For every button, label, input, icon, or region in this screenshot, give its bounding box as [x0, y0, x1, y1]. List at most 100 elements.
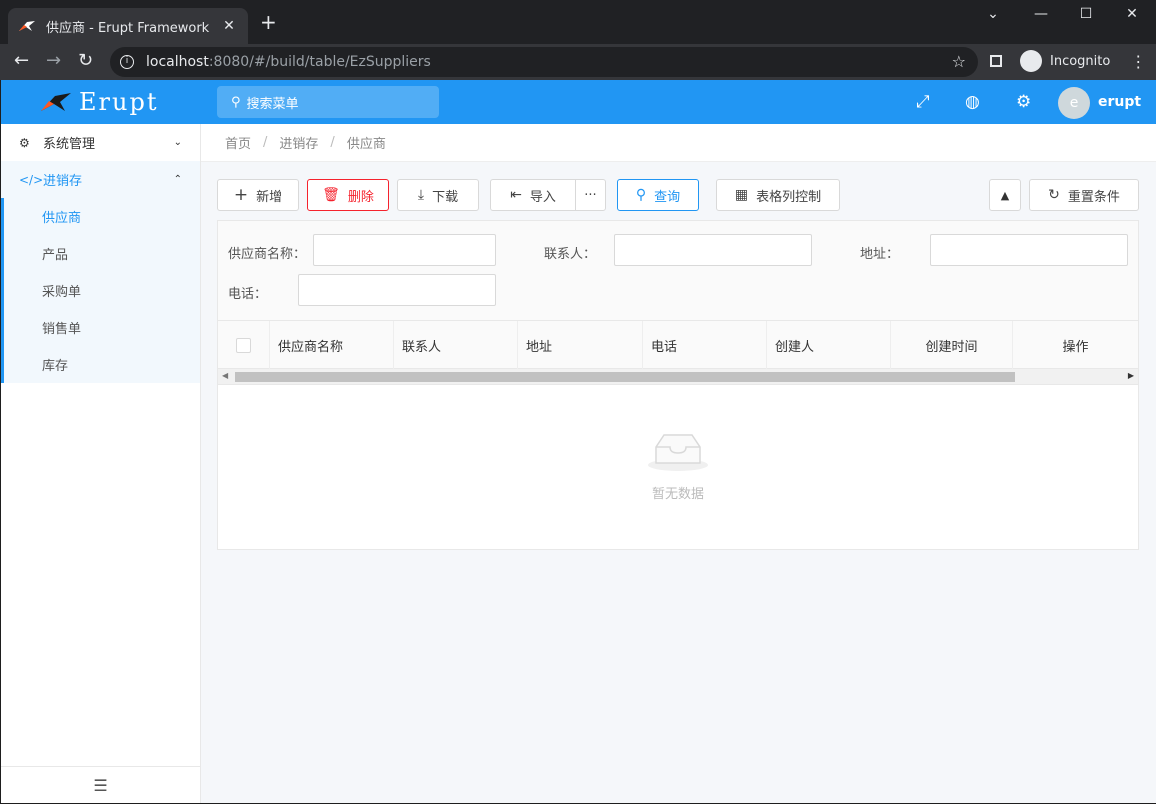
- download-label: 下载: [432, 189, 459, 205]
- address-bar[interactable]: i localhost:8080/#/build/table/EzSupplie…: [110, 47, 978, 77]
- collapse-filter-button[interactable]: ▲: [989, 179, 1021, 211]
- breadcrumb-separator: /: [263, 135, 268, 150]
- reload-icon[interactable]: ↻: [78, 52, 93, 70]
- browser-toolbar: ← → ↻ i localhost:8080/#/build/table/EzS…: [0, 44, 1156, 80]
- address-label: 地址：: [860, 247, 900, 262]
- select-all-checkbox[interactable]: [236, 337, 251, 353]
- empty-text: 暂无数据: [651, 487, 704, 502]
- bookmark-star-icon[interactable]: ☆: [952, 52, 966, 71]
- sidebar-submenu: 供应商 产品 采购单 销售单 库存: [1, 198, 200, 383]
- chevron-up-icon: ⌃: [173, 174, 182, 185]
- query-button[interactable]: ⚲ 查询: [617, 179, 699, 211]
- erupt-logo-icon: [41, 93, 71, 111]
- table-panel: 供应商名称： 联系人： 地址： 电话： 供应商名称 联系人 地址 电话 创建人 …: [217, 220, 1139, 550]
- sidebar-item-purchase-orders[interactable]: 采购单: [4, 272, 200, 309]
- download-icon: ⤓: [417, 187, 425, 203]
- sidebar-item-suppliers[interactable]: 供应商: [4, 198, 200, 235]
- menu-kebab-icon[interactable]: ⋮: [1130, 52, 1146, 71]
- import-button[interactable]: ⇤ 导入: [490, 179, 576, 211]
- breadcrumb-separator: /: [330, 135, 335, 150]
- trash-icon: 🗑: [322, 187, 340, 203]
- contact-label: 联系人：: [544, 247, 597, 262]
- add-label: 新增: [256, 189, 283, 205]
- column-header[interactable]: 创建时间: [891, 321, 1013, 369]
- address-input[interactable]: [930, 234, 1128, 266]
- incognito-icon: [1020, 50, 1042, 72]
- sidebar-item-products[interactable]: 产品: [4, 235, 200, 272]
- chevron-down-icon: ⌄: [173, 137, 182, 148]
- column-header[interactable]: 地址: [518, 321, 643, 369]
- phone-label: 电话：: [228, 287, 268, 302]
- reload-icon: ↻: [1048, 187, 1060, 203]
- tab-title: 供应商 - Erupt Framework: [46, 20, 210, 36]
- sidebar-group-label: 系统管理: [43, 137, 96, 152]
- breadcrumb-home[interactable]: 首页: [225, 133, 251, 152]
- filter-form: 供应商名称： 联系人： 地址： 电话：: [218, 221, 1138, 321]
- search-icon: ⚲: [635, 187, 647, 203]
- import-more-button[interactable]: ···: [575, 179, 606, 211]
- collapse-menu-icon[interactable]: ☰: [1, 766, 200, 803]
- scroll-left-icon[interactable]: ◀: [222, 371, 228, 380]
- code-icon: </>: [19, 172, 44, 187]
- download-button[interactable]: ⤓ 下载: [397, 179, 479, 211]
- new-tab-button[interactable]: +: [260, 12, 277, 32]
- logo[interactable]: Erupt: [39, 88, 158, 116]
- minimize-icon[interactable]: —: [1018, 6, 1064, 22]
- import-icon: ⇤: [510, 187, 522, 203]
- toolbar: + 新增 🗑 删除 ⤓ 下载 ⇤ 导入 ··· ⚲ 查询 ▦ 表格列控制 ▲ ↻: [217, 179, 1139, 211]
- breadcrumb-inventory[interactable]: 进销存: [279, 133, 318, 152]
- column-control-button[interactable]: ▦ 表格列控制: [716, 179, 840, 211]
- chevron-down-icon[interactable]: ⌄: [970, 6, 1016, 22]
- column-header-actions: 操作: [1062, 339, 1089, 355]
- browser-tabbar: 供应商 - Erupt Framework ✕ + ⌄ — ☐ ✕: [0, 0, 1156, 44]
- sidepanel-icon[interactable]: [990, 55, 1002, 67]
- column-header[interactable]: 创建人: [767, 321, 891, 369]
- username[interactable]: erupt: [1098, 94, 1141, 110]
- breadcrumb-current: 供应商: [346, 137, 386, 152]
- empty-state: 暂无数据: [218, 385, 1138, 549]
- sidebar-item-stock[interactable]: 库存: [4, 346, 200, 383]
- supplier-name-label: 供应商名称：: [228, 247, 307, 262]
- scrollbar-thumb[interactable]: [235, 372, 1015, 382]
- phone-input[interactable]: [298, 274, 496, 306]
- url-path: :8080/#/build/table/EzSuppliers: [208, 54, 431, 70]
- column-header[interactable]: 电话: [643, 321, 767, 369]
- query-label: 查询: [654, 189, 681, 205]
- gears-icon: ⚙: [19, 135, 30, 150]
- back-icon[interactable]: ←: [14, 52, 29, 70]
- reset-label: 重置条件: [1067, 189, 1120, 205]
- fullscreen-icon[interactable]: ⤢: [916, 92, 930, 112]
- scroll-right-icon[interactable]: ▶: [1128, 371, 1134, 380]
- plus-icon: +: [233, 185, 249, 205]
- delete-button[interactable]: 🗑 删除: [307, 179, 389, 211]
- close-tab-icon[interactable]: ✕: [220, 18, 238, 34]
- table-icon: ▦: [734, 187, 749, 203]
- close-window-icon[interactable]: ✕: [1109, 6, 1155, 22]
- forward-icon[interactable]: →: [46, 52, 61, 70]
- horizontal-scrollbar[interactable]: ◀ ▶: [218, 369, 1138, 385]
- import-label: 导入: [529, 189, 556, 205]
- sidebar-item-sales-orders[interactable]: 销售单: [4, 309, 200, 346]
- add-button[interactable]: + 新增: [217, 179, 299, 211]
- table-header: 供应商名称 联系人 地址 电话 创建人 创建时间 操作: [218, 321, 1138, 369]
- sidebar-group-label: 进销存: [43, 174, 83, 189]
- incognito-label[interactable]: Incognito: [1050, 54, 1110, 69]
- main-content: 首页 / 进销存 / 供应商 + 新增 🗑 删除 ⤓ 下载 ⇤ 导入 ··· ⚲…: [201, 124, 1156, 803]
- column-header[interactable]: 供应商名称: [270, 321, 394, 369]
- avatar[interactable]: e: [1058, 87, 1090, 119]
- sidebar-group-system[interactable]: ⚙ 系统管理 ⌄: [1, 124, 200, 161]
- settings-gear-icon[interactable]: ⚙: [1016, 92, 1031, 112]
- browser-tab[interactable]: 供应商 - Erupt Framework ✕: [8, 8, 248, 44]
- erupt-favicon-icon: [18, 19, 36, 33]
- supplier-name-input[interactable]: [313, 234, 496, 266]
- menu-search-input[interactable]: ⚲ 搜索菜单: [217, 86, 439, 118]
- maximize-icon[interactable]: ☐: [1063, 6, 1109, 22]
- column-control-label: 表格列控制: [756, 189, 822, 205]
- language-globe-icon[interactable]: ◍: [965, 92, 980, 112]
- sidebar-group-inventory[interactable]: </> 进销存 ⌃: [1, 161, 200, 198]
- contact-input[interactable]: [614, 234, 812, 266]
- info-icon[interactable]: i: [120, 55, 134, 69]
- reset-button[interactable]: ↻ 重置条件: [1029, 179, 1139, 211]
- app-header: Erupt ⚲ 搜索菜单 ⤢ ◍ ⚙ e erupt: [1, 80, 1156, 124]
- column-header[interactable]: 联系人: [394, 321, 518, 369]
